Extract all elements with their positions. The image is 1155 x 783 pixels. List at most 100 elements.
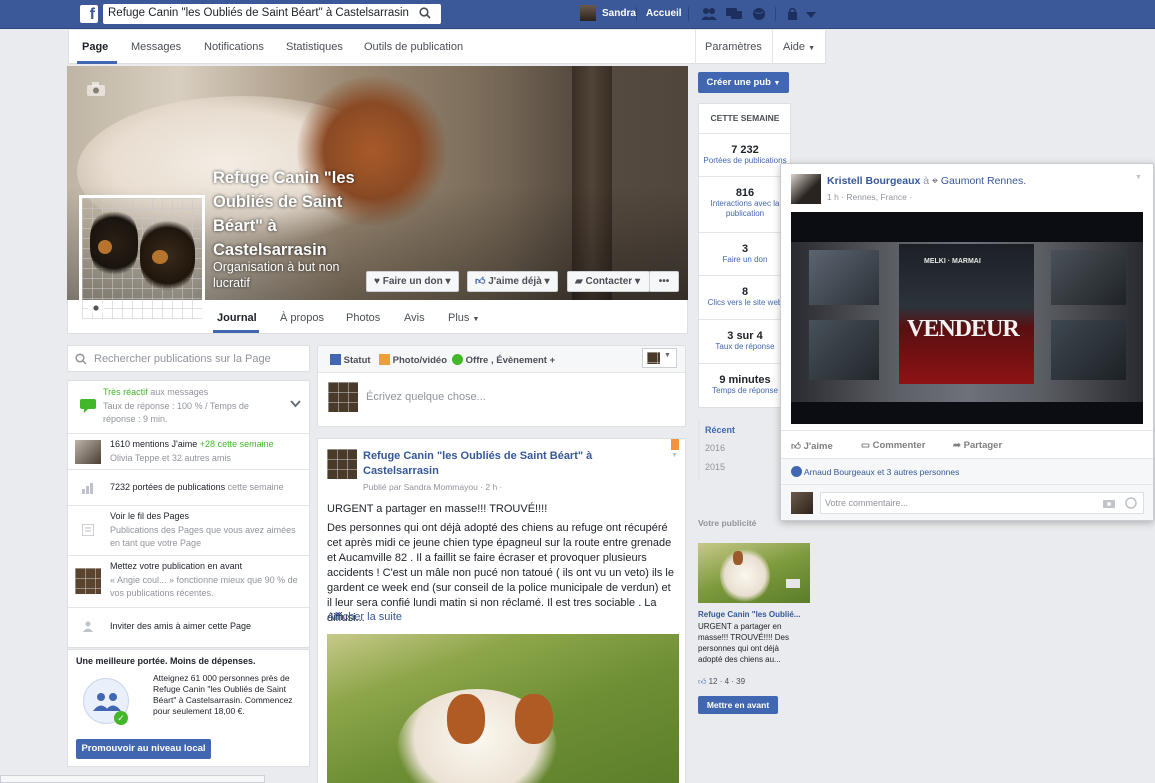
avatar[interactable] — [580, 5, 596, 21]
chat-bubble-icon — [80, 399, 96, 416]
year-recent[interactable]: Récent — [705, 425, 735, 435]
search-box[interactable]: Refuge Canin "les Oubliés de Saint Béart… — [103, 4, 441, 24]
popup-like-button[interactable]: 👍︎ J'aime — [791, 440, 833, 452]
tab-timeline[interactable]: Journal — [217, 312, 257, 324]
stat-website-clicks[interactable]: 8 Clics vers le site web — [699, 275, 791, 319]
status-label: Statut — [343, 355, 371, 366]
location-pin-icon: ⌖ — [932, 175, 938, 187]
stat-reach[interactable]: 7 232 Portées de publications — [699, 133, 791, 176]
popup-photo[interactable]: MELKI · MARMAI VENDEUR — [791, 212, 1143, 424]
likers-text: Arnaud Bourgeaux et 3 autres personnes — [803, 467, 960, 477]
offer-event-tab[interactable]: Offre , Évènement + — [452, 354, 555, 366]
sticker-icon[interactable] — [1125, 497, 1137, 512]
stat-label: Interactions avec la publication — [710, 199, 780, 218]
ad-image[interactable] — [698, 543, 810, 603]
contact-button[interactable]: ▰ Contacter ▾ — [567, 271, 650, 292]
page-category[interactable]: Organisation à but non lucratif — [213, 259, 363, 291]
post-photo[interactable] — [327, 634, 679, 783]
tab-settings[interactable]: Paramètres — [705, 41, 762, 53]
reach-sub: cette semaine — [227, 482, 284, 492]
popup-author[interactable]: Kristell Bourgeaux — [827, 175, 920, 187]
status-tab[interactable]: Statut — [330, 354, 371, 366]
audience-icon: ✓ — [83, 678, 129, 725]
camera-icon[interactable] — [87, 82, 105, 99]
facebook-logo-icon[interactable]: f — [80, 5, 98, 23]
profile-picture[interactable] — [79, 195, 205, 322]
popup-meta: 1 h · Rennes, France · — [827, 192, 913, 202]
year-2015[interactable]: 2015 — [705, 462, 725, 472]
likes-friends: Olivia Teppe et 32 autres amis — [110, 453, 231, 463]
search-icon[interactable] — [419, 7, 431, 22]
chat-tab[interactable] — [0, 775, 265, 783]
chevron-down-icon[interactable] — [290, 399, 301, 411]
post-as-selector[interactable]: ▼ — [642, 348, 677, 368]
popup-comment-button[interactable]: ▭ Commenter — [861, 440, 925, 451]
privacy-lock-icon[interactable] — [787, 7, 801, 24]
chevron-down-icon[interactable]: ▼ — [671, 452, 678, 459]
likes-row[interactable]: 1610 mentions J'aime +28 cette semaine O… — [68, 433, 309, 469]
tab-about[interactable]: À propos — [280, 312, 324, 324]
ad-page-name[interactable]: Refuge Canin "les Oublié... — [698, 610, 800, 619]
home-link[interactable]: Accueil — [646, 8, 682, 19]
year-2016[interactable]: 2016 — [705, 443, 725, 453]
like-page-button[interactable]: 👍︎ J'aime déjà ▾ — [467, 271, 558, 292]
donate-label: Faire un don — [382, 276, 443, 287]
create-ad-button[interactable]: Créer une pub ▼ — [698, 72, 789, 93]
camera-icon[interactable] — [1103, 498, 1115, 511]
shared-post-popup: Kristell Bourgeaux à ⌖ Gaumont Rennes. 1… — [780, 163, 1154, 521]
popup-place[interactable]: Gaumont Rennes. — [941, 175, 1026, 187]
reach-row[interactable]: 7232 portées de publications cette semai… — [68, 469, 309, 505]
tab-messages[interactable]: Messages — [131, 41, 181, 53]
friend-requests-icon[interactable] — [701, 7, 717, 24]
post-card: Refuge Canin "les Oubliés de Saint Béart… — [317, 438, 686, 783]
page-info-card: Très réactif aux messages Taux de répons… — [67, 380, 310, 648]
photo-video-tab[interactable]: Photo/vidéo — [379, 354, 447, 366]
tab-statistics[interactable]: Statistiques — [286, 41, 343, 53]
page-search-input[interactable]: Rechercher publications sur la Page — [94, 353, 271, 365]
promotion-card: Une meilleure portée. Moins de dépenses.… — [67, 649, 310, 767]
stat-response-rate[interactable]: 3 sur 4 Taux de réponse — [699, 319, 791, 363]
chevron-down-icon[interactable]: ▼ — [1135, 174, 1142, 181]
account-menu-chevron-down-icon[interactable] — [806, 10, 816, 22]
boost-tip-row[interactable]: Mettez votre publication en avant « Angi… — [68, 555, 309, 607]
stat-response-time[interactable]: 9 minutes Temps de réponse — [699, 363, 791, 407]
page-search[interactable]: Rechercher publications sur la Page — [67, 345, 310, 372]
popup-share-button[interactable]: ➦ Partager — [953, 440, 1002, 451]
notifications-globe-icon[interactable] — [752, 7, 766, 24]
promote-local-button[interactable]: Promouvoir au niveau local — [76, 739, 211, 759]
boost-tip-sub: « Angie coul... » fonctionne mieux que 9… — [110, 575, 298, 598]
comment-input-box[interactable]: Votre commentaire... — [820, 492, 1144, 514]
comment-label: Commenter — [872, 440, 926, 451]
bookmark-icon[interactable] — [671, 439, 679, 450]
composer-input[interactable]: Écrivez quelque chose... — [366, 391, 486, 403]
tab-page[interactable]: Page — [82, 41, 108, 53]
stat-engagement[interactable]: 816 Interactions avec la publication — [699, 176, 791, 232]
donate-button[interactable]: ♥ Faire un don ▾ — [366, 271, 459, 292]
tab-photos[interactable]: Photos — [346, 312, 380, 324]
ad-stats: 👍︎ 12 · 4 · 39 — [698, 677, 745, 687]
invite-friends-label: Inviter des amis à aimer cette Page — [110, 621, 252, 631]
tab-more[interactable]: Plus ▼ — [448, 312, 479, 324]
bar-chart-icon — [82, 482, 94, 497]
avatar[interactable] — [327, 449, 357, 479]
tab-help[interactable]: Aide ▼ — [783, 41, 815, 53]
avatar[interactable] — [791, 174, 821, 204]
stat-donations[interactable]: 3 Faire un don — [699, 232, 791, 275]
likers-line[interactable]: Arnaud Bourgeaux et 3 autres personnes — [791, 466, 959, 477]
camera-icon[interactable] — [88, 300, 104, 316]
see-more-link[interactable]: Afficher la suite — [327, 611, 402, 623]
messages-icon[interactable] — [726, 7, 742, 24]
page-title[interactable]: Refuge Canin "les Oubliés de Saint Béart… — [213, 166, 363, 262]
post-page-name[interactable]: Refuge Canin "les Oubliés de Saint Béart… — [363, 449, 633, 479]
post-thumbnail — [75, 568, 101, 594]
boost-ad-button[interactable]: Mettre en avant — [698, 696, 778, 714]
invite-friends-row[interactable]: Inviter des amis à aimer cette Page — [68, 607, 309, 647]
tab-reviews[interactable]: Avis — [404, 312, 425, 324]
search-input[interactable]: Refuge Canin "les Oubliés de Saint Béart… — [108, 7, 409, 19]
more-options-button[interactable]: ••• — [649, 271, 679, 292]
pages-feed-row[interactable]: Voir le fil des Pages Publications des P… — [68, 505, 309, 555]
tab-notifications[interactable]: Notifications — [204, 41, 264, 53]
comment-input[interactable]: Votre commentaire... — [825, 498, 908, 508]
user-name-link[interactable]: Sandra — [602, 8, 636, 19]
tab-publishing-tools[interactable]: Outils de publication — [364, 41, 463, 53]
